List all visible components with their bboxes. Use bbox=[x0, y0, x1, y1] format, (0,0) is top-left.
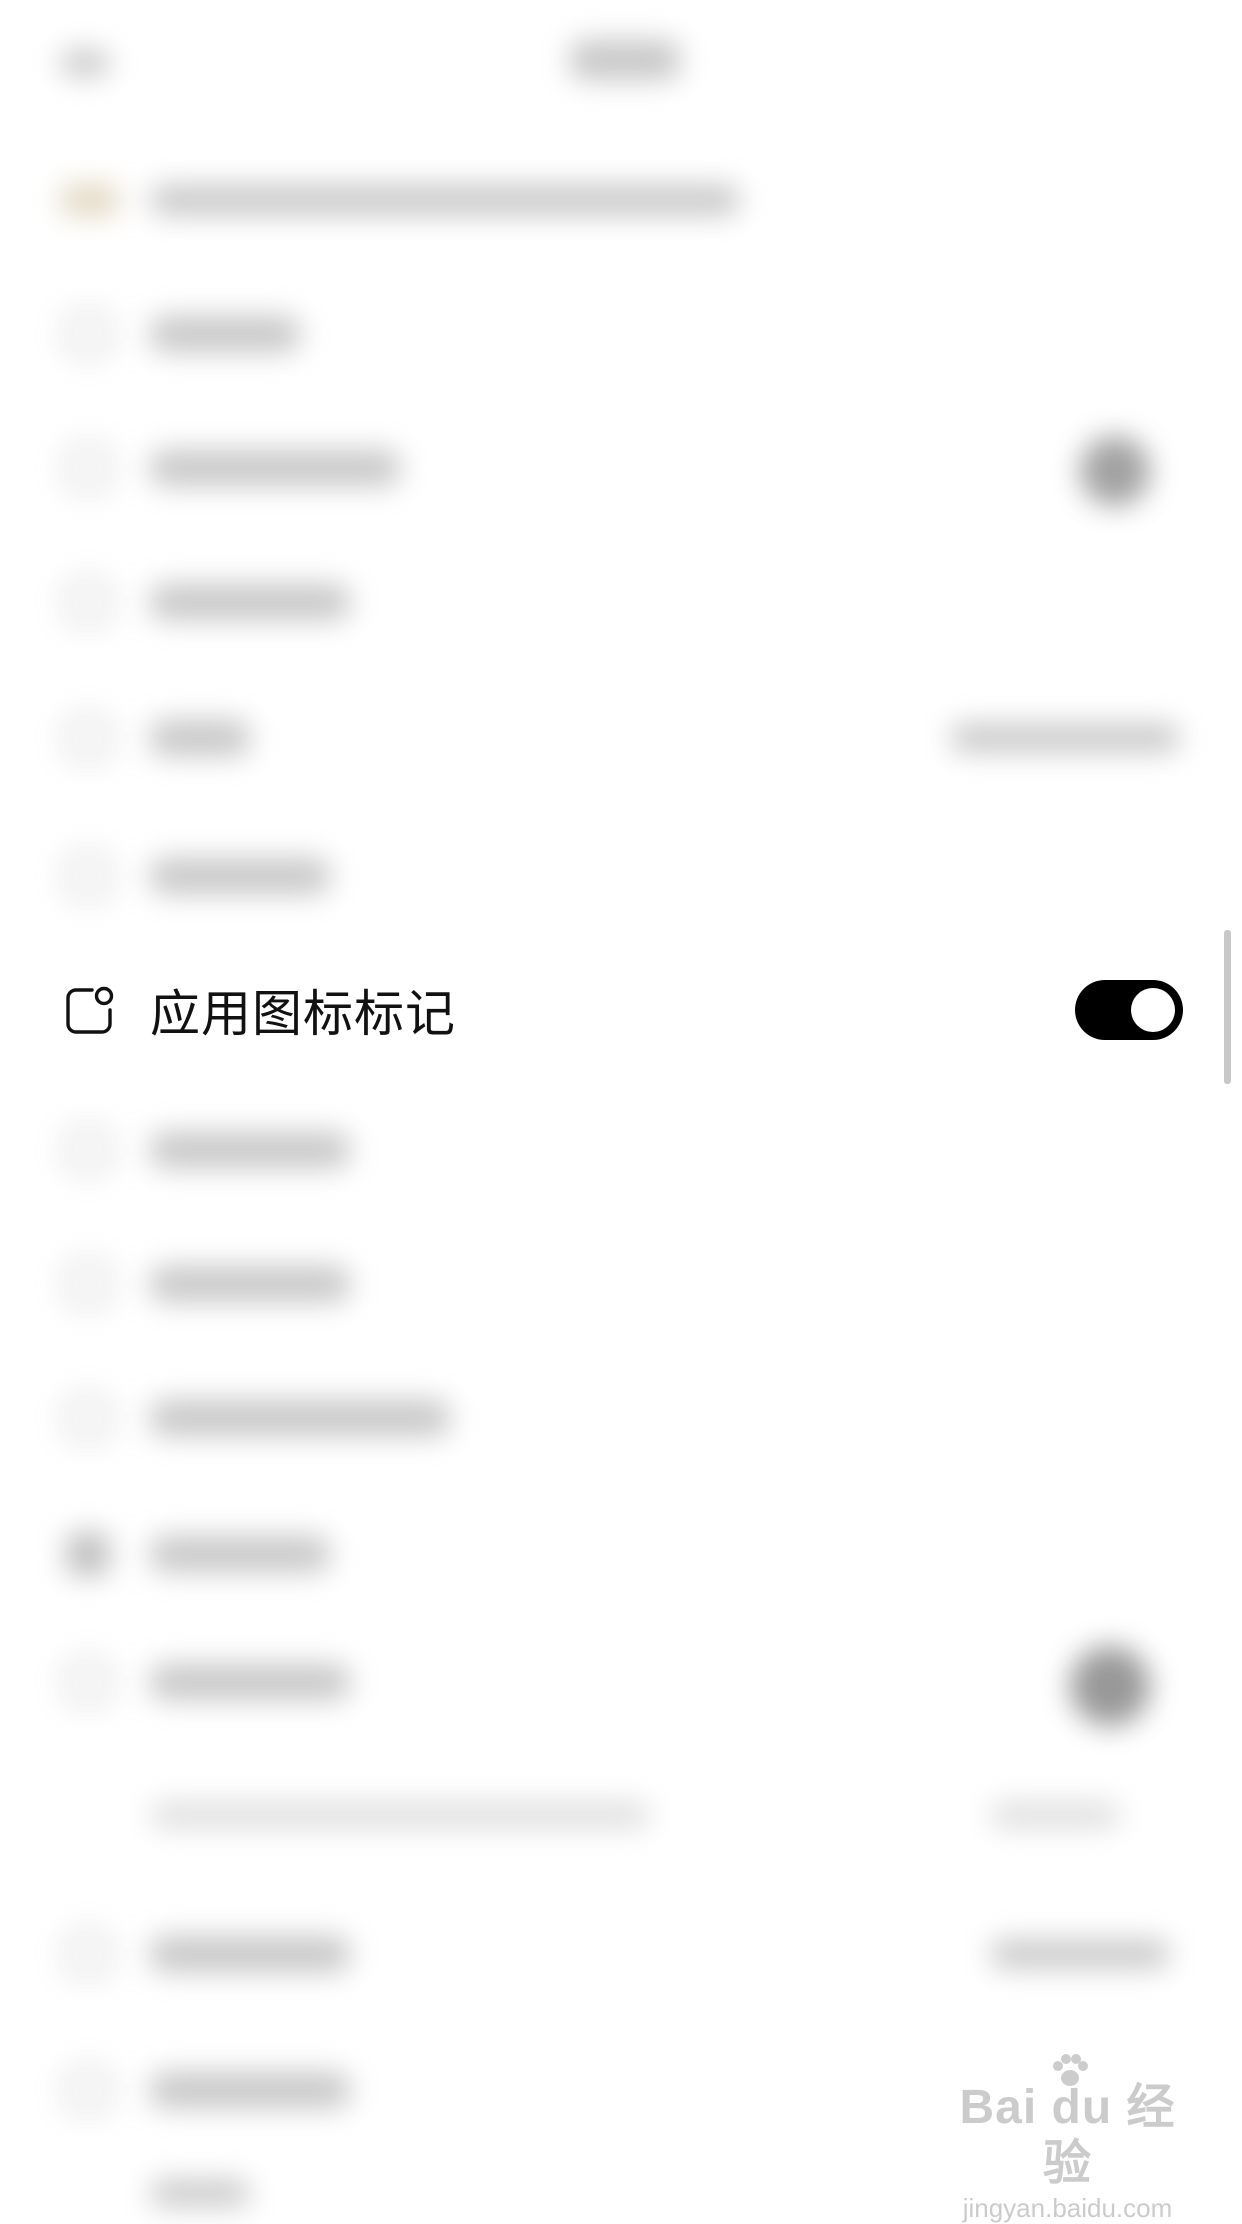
scroll-indicator bbox=[1224, 930, 1231, 1084]
watermark-brand: Bai du 经验 bbox=[959, 2081, 1176, 2190]
blurred-background bbox=[0, 0, 1242, 2208]
toggle-knob bbox=[1131, 988, 1175, 1032]
app-badge-toggle[interactable] bbox=[1075, 980, 1183, 1040]
watermark-url: jingyan.baidu.com bbox=[962, 2193, 1173, 2223]
setting-row-app-badge[interactable]: 应用图标标记 bbox=[0, 932, 1230, 1088]
paw-logo-icon bbox=[1053, 2054, 1088, 2086]
watermark: Bai du 经验 jingyan.baidu.com bbox=[950, 2054, 1185, 2223]
setting-label: 应用图标标记 bbox=[150, 985, 456, 1043]
app-badge-icon bbox=[66, 986, 114, 1034]
